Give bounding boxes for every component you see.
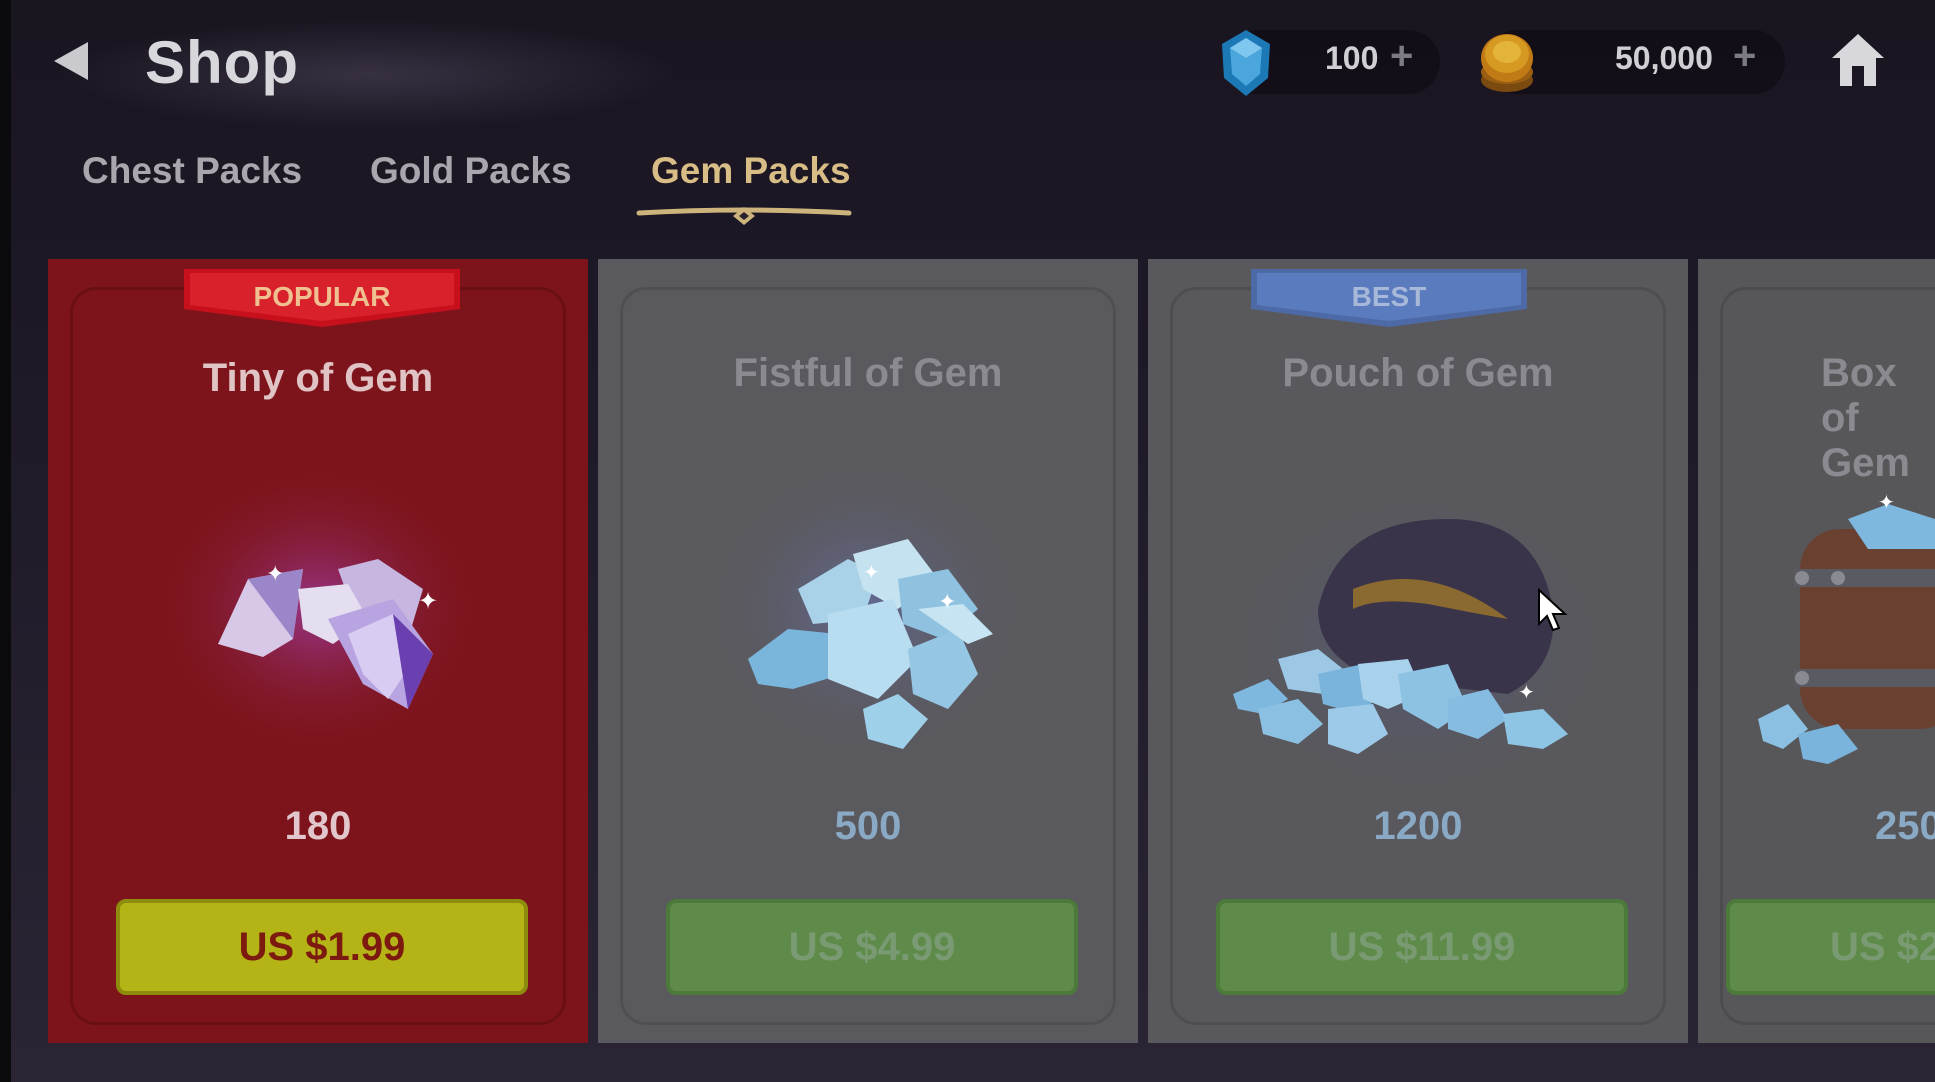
- gem-pile-icon: ✦ ✦: [706, 459, 1026, 759]
- badge-label-wrap: BEST: [1251, 269, 1527, 331]
- gem-pouch-icon: ✦: [1228, 479, 1608, 779]
- gold-balance-value: 50,000: [1615, 40, 1713, 76]
- card-title: Tiny of Gem: [202, 356, 434, 400]
- gem-balance-value: 100: [1325, 40, 1379, 76]
- gem-pack-card[interactable]: BEST Pouch of Gem ✦ 1200 US $11.99: [1148, 259, 1688, 1043]
- badge-label-wrap: POPULAR: [184, 269, 460, 331]
- back-arrow-icon[interactable]: [48, 38, 94, 84]
- card-title: Pouch of Gem: [1282, 351, 1554, 395]
- svg-text:✦: ✦: [938, 589, 956, 614]
- gem-amount: 1200: [1373, 804, 1463, 848]
- svg-text:✦: ✦: [266, 561, 284, 586]
- gem-amount: 2500: [1875, 804, 1935, 848]
- buy-button[interactable]: US $1.99: [116, 899, 528, 995]
- add-gems-button[interactable]: +: [1390, 34, 1413, 79]
- tab-chest-packs[interactable]: Chest Packs: [82, 150, 302, 192]
- buy-button[interactable]: US $24.99: [1726, 899, 1935, 995]
- add-gold-button[interactable]: +: [1733, 34, 1756, 79]
- tab-gem-packs[interactable]: Gem Packs: [651, 150, 851, 192]
- gem-pack-card[interactable]: Fistful of Gem ✦ ✦ 500 US $4.99: [598, 259, 1138, 1043]
- active-tab-underline: [636, 207, 852, 225]
- gem-pack-card[interactable]: Box of Gem ✦ 2500 US $24.99: [1698, 259, 1935, 1043]
- gem-icon: [1222, 30, 1270, 96]
- badge-label: POPULAR: [253, 281, 391, 312]
- shop-screen: Shop 100 + 50,000 + Chest Packs Gold Pac…: [0, 0, 1935, 1082]
- buy-button[interactable]: US $11.99: [1216, 899, 1628, 995]
- gem-amount: 500: [834, 804, 902, 848]
- gem-amount: 180: [284, 804, 352, 848]
- svg-text:✦: ✦: [863, 562, 880, 584]
- svg-text:✦: ✦: [1878, 492, 1895, 514]
- gem-cluster-icon: ✦ ✦: [148, 459, 488, 759]
- mouse-cursor-icon: [1538, 588, 1568, 632]
- gem-pack-card[interactable]: POPULAR Tiny of Gem ✦ ✦ 180 US $1.99: [48, 259, 588, 1043]
- card-title: Fistful of Gem: [733, 351, 1003, 395]
- gold-coin-icon: [1481, 34, 1533, 92]
- gem-barrel-icon: ✦: [1758, 492, 1935, 764]
- page-title: Shop: [145, 29, 299, 96]
- tab-gold-packs[interactable]: Gold Packs: [370, 150, 572, 192]
- svg-text:✦: ✦: [418, 588, 438, 615]
- home-icon[interactable]: [1830, 32, 1886, 88]
- svg-text:✦: ✦: [1518, 682, 1535, 704]
- left-edge: [0, 0, 11, 1082]
- buy-button[interactable]: US $4.99: [666, 899, 1078, 995]
- badge-label: BEST: [1351, 281, 1427, 312]
